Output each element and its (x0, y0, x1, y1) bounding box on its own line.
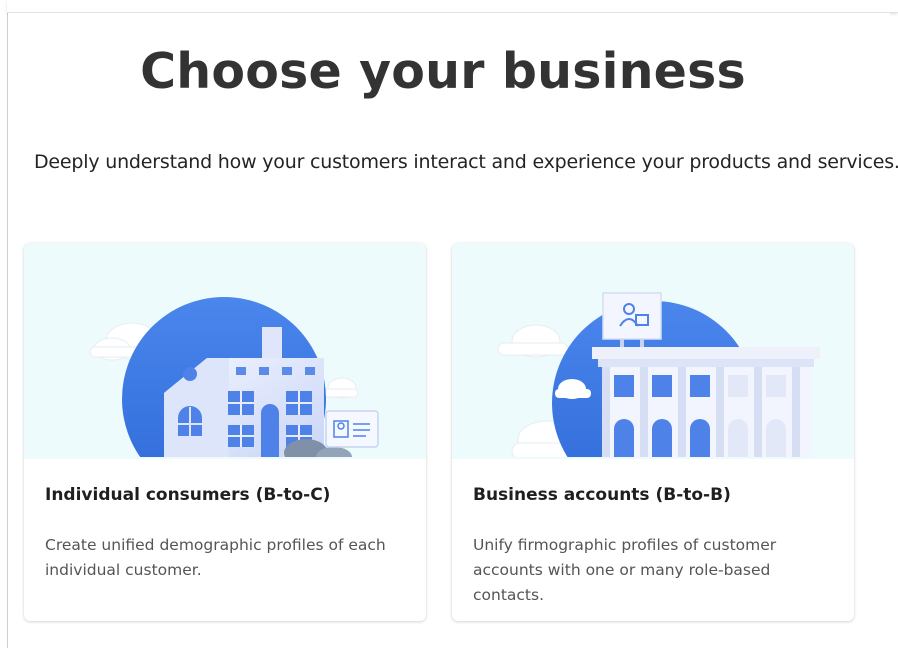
page-title: Choose your business (140, 43, 746, 100)
choose-business-page: Choose your business Deeply understand h… (8, 13, 898, 648)
window-left-edge (0, 0, 8, 648)
business-card-b2c[interactable]: Individual consumers (B-to-C) Create uni… (24, 243, 426, 621)
card-description: Create unified demographic profiles of e… (45, 536, 386, 579)
office-building-illustration-icon (452, 292, 854, 459)
card-illustration (452, 243, 854, 459)
card-title: Business accounts (B-to-B) (473, 485, 731, 505)
window-top-edge (7, 0, 898, 13)
card-title: Individual consumers (B-to-C) (45, 485, 331, 505)
business-card-b2b[interactable]: Business accounts (B-to-B) Unify firmogr… (452, 243, 854, 621)
house-illustration-icon (24, 297, 426, 459)
card-description: Unify firmographic profiles of customer … (473, 536, 777, 604)
page-subtitle: Deeply understand how your customers int… (34, 151, 898, 173)
card-illustration (24, 243, 426, 459)
